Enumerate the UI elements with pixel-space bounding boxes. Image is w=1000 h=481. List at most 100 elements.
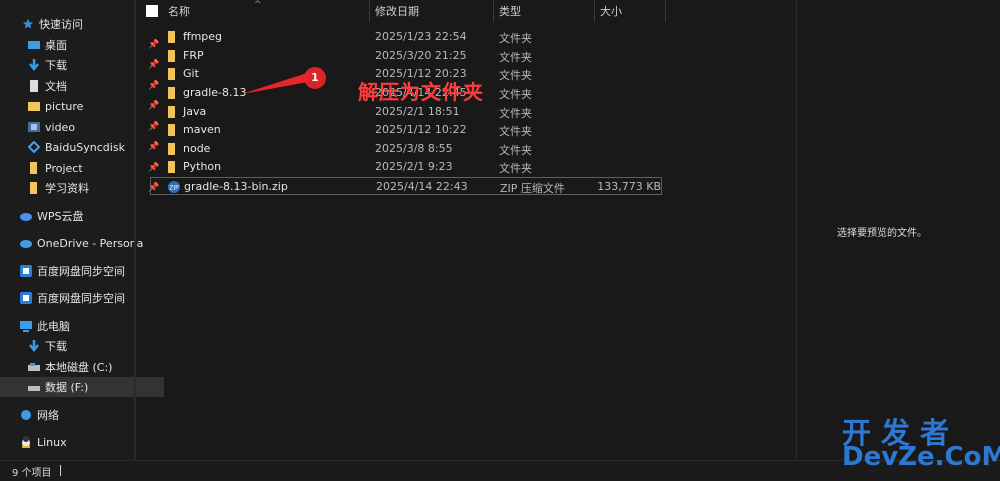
baidu-cloud-icon (20, 292, 32, 304)
desktop-icon (28, 39, 40, 51)
file-type: 文件夹 (499, 51, 532, 64)
star-icon (22, 18, 34, 30)
nav-linux[interactable]: Linux (0, 432, 156, 452)
column-header-name[interactable]: 名称 (168, 0, 190, 22)
nav-label: 下载 (45, 340, 67, 353)
nav-label: 百度网盘同步空间 (37, 265, 125, 278)
file-type: 文件夹 (499, 125, 532, 138)
file-row[interactable]: node 2025/3/8 8:55 文件夹 (150, 140, 662, 158)
folder-icon (167, 124, 177, 136)
select-all-checkbox[interactable] (146, 0, 158, 22)
column-header-date[interactable]: 修改日期 (375, 0, 419, 22)
nav-label: 此电脑 (37, 320, 70, 333)
folder-icon (167, 161, 177, 173)
column-divider[interactable] (665, 0, 666, 22)
navigation-pane: 快速访问 桌面 📌 下载 📌 文档 📌 picture 📌 video 📌 Ba… (0, 0, 164, 460)
network-icon (20, 409, 32, 421)
svg-text:ZIP: ZIP (169, 185, 179, 192)
annotation-text: 解压为文件夹 (358, 80, 484, 104)
baidu-cloud-icon (20, 265, 32, 277)
file-date: 2025/2/1 9:23 (375, 160, 453, 173)
drive-icon (28, 361, 40, 373)
nav-label: video (45, 120, 76, 134)
computer-icon (20, 320, 32, 332)
nav-label: Project (45, 161, 83, 175)
download-icon (28, 340, 40, 352)
status-divider (60, 465, 61, 476)
cloud-icon (20, 210, 32, 222)
column-divider[interactable] (594, 0, 595, 22)
preview-message: 选择要预览的文件。 (837, 228, 927, 239)
column-header-size[interactable]: 大小 (600, 0, 622, 22)
file-type: 文件夹 (499, 69, 532, 82)
drive-icon (28, 381, 40, 393)
file-type: 文件夹 (499, 107, 532, 120)
video-folder-icon (28, 121, 40, 133)
file-row[interactable]: ZIP gradle-8.13-bin.zip 2025/4/14 22:43 ZIP… (150, 177, 662, 195)
nav-onedrive[interactable]: OneDrive - Persona (0, 233, 156, 253)
nav-label: picture (45, 99, 84, 113)
file-name: gradle-8.13-bin.zip (184, 180, 288, 193)
nav-label: BaiduSyncdisk (45, 140, 125, 154)
folder-icon (28, 100, 40, 112)
file-type: 文件夹 (499, 162, 532, 175)
nav-label: 快速访问 (39, 18, 83, 31)
watermark-logo: DevZe.CoM (842, 442, 1000, 472)
file-name: maven (183, 123, 221, 136)
file-name: Java (183, 105, 207, 118)
file-size: 133,773 KB (597, 180, 661, 193)
file-type: 文件夹 (499, 88, 532, 101)
column-divider[interactable] (493, 0, 494, 22)
file-name: Python (183, 160, 222, 173)
folder-icon (167, 143, 177, 155)
file-date: 2025/1/12 10:22 (375, 123, 467, 136)
column-header-type[interactable]: 类型 (499, 0, 521, 22)
nav-label: 下载 (45, 59, 67, 72)
file-date: 2025/3/8 8:55 (375, 142, 453, 155)
nav-label: 数据 (F:) (45, 381, 89, 394)
file-name: FRP (183, 49, 204, 62)
file-name: node (183, 142, 211, 155)
folder-icon (167, 87, 177, 99)
nav-network[interactable]: 网络 (0, 405, 156, 425)
file-type: ZIP 压缩文件 (500, 182, 565, 195)
nav-label: 文档 (45, 80, 67, 93)
preview-pane: 选择要预览的文件。 (796, 0, 1000, 460)
file-type: 文件夹 (499, 144, 532, 157)
folder-icon (167, 106, 177, 118)
column-divider[interactable] (369, 0, 370, 22)
file-date: 2025/1/23 22:54 (375, 30, 467, 43)
file-row[interactable]: FRP 2025/3/20 21:25 文件夹 (150, 47, 662, 65)
folder-icon (167, 31, 177, 43)
nav-label: WPS云盘 (37, 210, 84, 223)
nav-label: OneDrive - Persona (37, 236, 144, 250)
nav-label: 网络 (37, 409, 59, 422)
document-icon (28, 80, 40, 92)
nav-label: Linux (37, 435, 67, 449)
nav-baidu-sync-space-2[interactable]: 百度网盘同步空间 (0, 288, 156, 308)
folder-icon (167, 50, 177, 62)
file-list: 名称 ^ 修改日期 类型 大小 ffmpeg 2025/1/23 22:54 文件夹… (136, 0, 796, 460)
file-row[interactable]: Python 2025/2/1 9:23 文件夹 (150, 158, 662, 176)
nav-label: 学习资料 (45, 182, 89, 195)
item-count: 9 个项目 (12, 468, 52, 479)
nav-wps-cloud[interactable]: WPS云盘 (0, 206, 156, 226)
file-name: ffmpeg (183, 30, 223, 43)
file-row[interactable]: Java 2025/2/1 18:51 文件夹 (150, 103, 662, 121)
file-row[interactable]: maven 2025/1/12 10:22 文件夹 (150, 121, 662, 139)
file-type: 文件夹 (499, 32, 532, 45)
nav-baidu-sync-space-1[interactable]: 百度网盘同步空间 (0, 261, 156, 281)
file-date: 2025/2/1 18:51 (375, 105, 460, 118)
cloud-icon (20, 237, 32, 249)
zip-icon: ZIP (168, 181, 180, 193)
folder-icon (28, 162, 40, 174)
nav-label: 百度网盘同步空间 (37, 292, 125, 305)
file-row[interactable]: ffmpeg 2025/1/23 22:54 文件夹 (150, 28, 662, 46)
file-name: Git (183, 67, 199, 80)
file-date: 2025/3/20 21:25 (375, 49, 467, 62)
nav-label: 本地磁盘 (C:) (45, 361, 113, 374)
download-icon (28, 59, 40, 71)
nav-this-pc[interactable]: 此电脑 (0, 316, 156, 336)
baidu-sync-icon (28, 141, 40, 153)
annotation-arrow (242, 72, 310, 94)
